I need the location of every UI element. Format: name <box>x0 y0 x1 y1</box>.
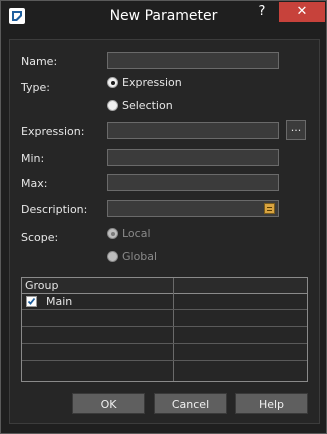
help-titlebar-button[interactable]: ? <box>249 4 275 24</box>
max-field[interactable] <box>107 174 279 191</box>
name-label: Name: <box>21 55 58 68</box>
cancel-button[interactable]: Cancel <box>154 393 227 414</box>
table-row[interactable] <box>22 362 307 377</box>
radio-checked-disabled-icon <box>107 228 118 239</box>
group-column-header[interactable]: Group <box>25 279 59 292</box>
scope-global-radio[interactable]: Global <box>107 250 157 263</box>
type-selection-label: Selection <box>122 99 173 112</box>
notepad-icon[interactable] <box>264 203 275 214</box>
table-row[interactable] <box>22 311 307 327</box>
description-field[interactable] <box>107 200 279 217</box>
table-row[interactable] <box>22 345 307 361</box>
title-bar: New Parameter ? ✕ <box>1 1 326 31</box>
group-main-label: Main <box>46 295 73 308</box>
table-row[interactable]: Main <box>22 294 307 310</box>
table-row[interactable] <box>22 328 307 344</box>
expression-field[interactable] <box>107 122 279 139</box>
type-label: Type: <box>21 81 50 94</box>
scope-label: Scope: <box>21 231 59 244</box>
group-table[interactable]: Group Main <box>21 277 308 382</box>
type-expression-label: Expression <box>122 76 182 89</box>
max-label: Max: <box>21 177 48 190</box>
scope-local-label: Local <box>122 227 151 240</box>
radio-unchecked-icon <box>107 100 118 111</box>
type-expression-radio[interactable]: Expression <box>107 76 182 89</box>
close-button[interactable]: ✕ <box>279 2 325 22</box>
min-field[interactable] <box>107 149 279 166</box>
scope-local-radio[interactable]: Local <box>107 227 151 240</box>
radio-checked-icon <box>107 77 118 88</box>
expression-browse-button[interactable]: ... <box>286 120 306 140</box>
radio-unchecked-disabled-icon <box>107 251 118 262</box>
description-label: Description: <box>21 203 88 216</box>
window-title: New Parameter <box>109 8 218 24</box>
form-panel: Name: Type: Expression Selection Express… <box>9 39 320 424</box>
name-field[interactable] <box>107 52 279 69</box>
table-header: Group <box>22 278 307 294</box>
ok-button[interactable]: OK <box>72 393 145 414</box>
min-label: Min: <box>21 152 45 165</box>
scope-global-label: Global <box>122 250 158 263</box>
checkbox-checked-icon[interactable] <box>26 296 37 307</box>
new-parameter-dialog: New Parameter ? ✕ Name: Type: Expression… <box>0 0 327 434</box>
type-selection-radio[interactable]: Selection <box>107 99 173 112</box>
expression-label: Expression: <box>21 125 85 138</box>
help-button[interactable]: Help <box>235 393 308 414</box>
